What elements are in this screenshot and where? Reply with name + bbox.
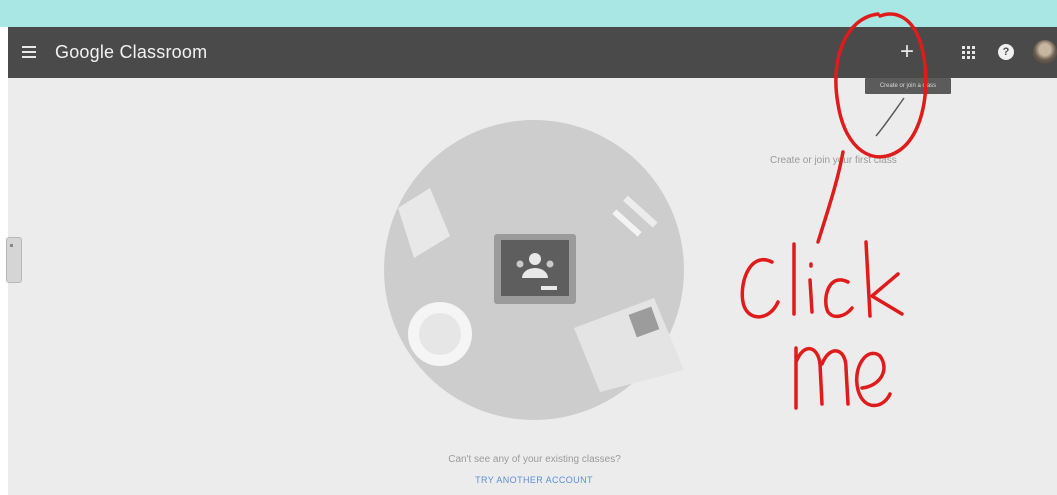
app-bar: Google Classroom + ? [8, 27, 1057, 78]
try-another-account-link[interactable]: TRY ANOTHER ACCOUNT [469, 475, 599, 485]
create-class-button[interactable]: + [894, 39, 920, 65]
empty-state-illustration [384, 120, 684, 420]
browser-top-strip [0, 0, 1057, 27]
hamburger-menu-icon[interactable] [22, 45, 36, 59]
annotation-word-click [740, 240, 904, 319]
side-panel-handle[interactable] [6, 237, 22, 283]
avatar[interactable] [1033, 40, 1057, 64]
annotation-word-me [794, 346, 892, 410]
create-tooltip: Create or join a class [865, 78, 951, 94]
apps-grid-icon[interactable] [962, 46, 975, 59]
cant-see-classes-text: Can't see any of your existing classes? [448, 454, 621, 465]
app-title: Google Classroom [55, 42, 208, 62]
help-icon[interactable]: ? [998, 44, 1014, 60]
create-class-hint: Create or join your first class [770, 155, 897, 166]
